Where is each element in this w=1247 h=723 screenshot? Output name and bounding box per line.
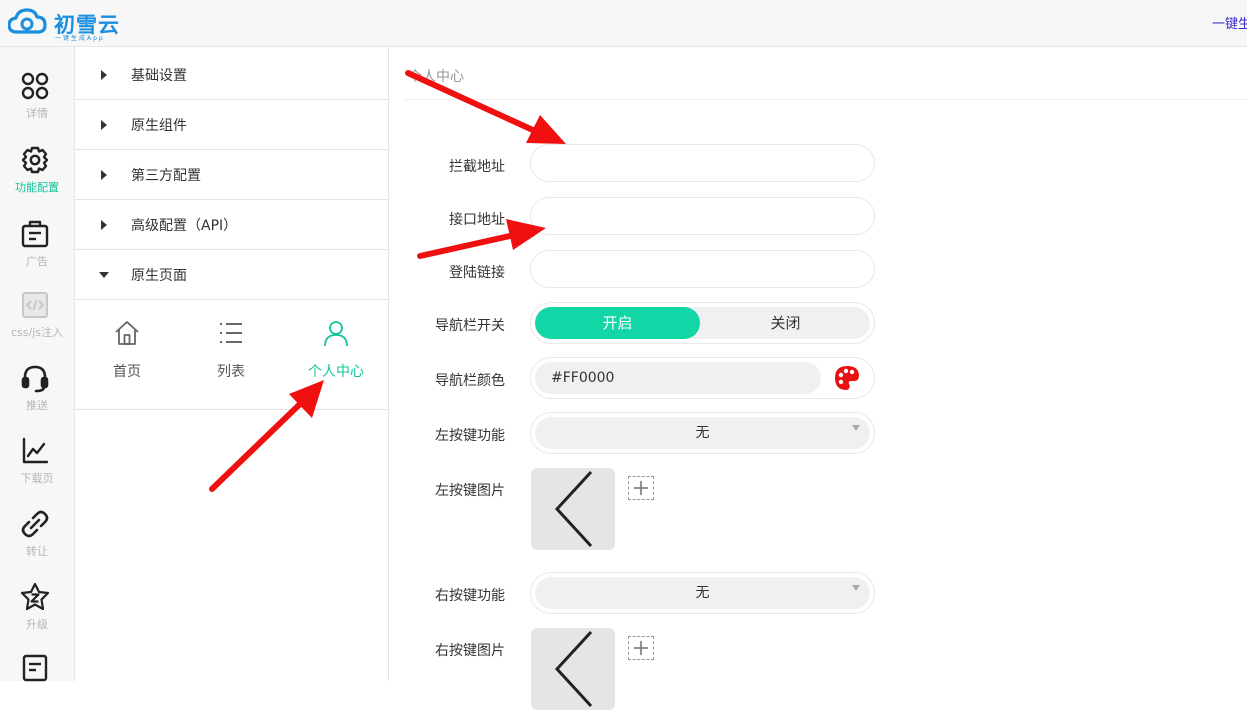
right-button-image-label: 右按键图片 xyxy=(435,643,505,659)
nav-label: 广告 xyxy=(26,255,48,268)
cloud-logo-icon xyxy=(8,8,47,34)
menu-label: 基础设置 xyxy=(131,68,187,84)
login-link-input[interactable] xyxy=(530,250,875,288)
login-link-label: 登陆链接 xyxy=(449,265,505,281)
nav-label: css/js注入 xyxy=(10,326,63,339)
user-icon xyxy=(324,321,348,347)
switch-track: 开启 关闭 xyxy=(535,307,870,339)
left-button-function-select[interactable]: 无 xyxy=(530,412,875,454)
ad-box-icon xyxy=(21,220,49,248)
home-icon xyxy=(115,321,139,345)
nav-label: 推送 xyxy=(26,399,48,412)
nav-item-ads[interactable]: 广告 xyxy=(0,219,74,289)
nav-label: 升级 xyxy=(26,618,48,631)
chart-icon xyxy=(22,437,49,464)
nav-item-upgrade[interactable]: 升级 xyxy=(0,582,74,652)
right-button-function-select[interactable]: 无 xyxy=(530,572,875,614)
nav-label: 转让 xyxy=(26,545,48,558)
caret-down-icon xyxy=(99,272,109,278)
back-arrow-icon xyxy=(554,470,593,548)
chevron-down-icon xyxy=(852,585,860,591)
palette-icon[interactable] xyxy=(833,364,861,392)
navbar-switch-label: 导航栏开关 xyxy=(435,318,505,334)
gear-icon xyxy=(21,146,49,174)
nav-label: 下载页 xyxy=(20,472,54,485)
api-url-input[interactable] xyxy=(530,197,875,235)
list-icon xyxy=(220,323,242,343)
select-value: 无 xyxy=(535,577,870,609)
api-url-label: 接口地址 xyxy=(449,212,505,228)
navbar-color-label: 导航栏颜色 xyxy=(435,373,505,389)
nav-item-details[interactable]: 详情 xyxy=(0,71,74,141)
right-button-image-add[interactable] xyxy=(628,636,654,660)
main-content: 个人中心 拦截地址 接口地址 登陆链接 导航栏开关 开启 关闭 导航栏颜色 #F… xyxy=(389,47,1247,710)
headset-icon xyxy=(21,365,49,393)
select-value: 无 xyxy=(535,417,870,449)
left-button-image-label: 左按键图片 xyxy=(435,483,505,499)
main-nav-iconbar: 详情 功能配置 广告 css/js注入 推送 下载页 转让 升级 xyxy=(0,47,75,682)
right-button-image-preview[interactable] xyxy=(531,628,615,710)
menu-item-third-party[interactable]: 第三方配置 xyxy=(75,150,388,200)
one-click-link[interactable]: 一键生 xyxy=(1212,13,1247,32)
left-button-image-preview[interactable] xyxy=(531,468,615,550)
back-arrow-icon xyxy=(554,630,593,708)
breadcrumb-divider xyxy=(404,99,1247,100)
left-button-function-label: 左按键功能 xyxy=(435,428,505,444)
document-icon xyxy=(22,654,48,682)
nav-item-transfer[interactable]: 转让 xyxy=(0,509,74,579)
navbar-color-field: #FF0000 xyxy=(530,357,875,399)
menu-label: 原生页面 xyxy=(131,268,187,284)
chevron-down-icon xyxy=(852,425,860,431)
menu-label: 第三方配置 xyxy=(131,168,201,184)
code-file-icon xyxy=(22,292,48,318)
native-pages-subnav: 首页 列表 个人中心 xyxy=(75,299,388,410)
intercept-url-label: 拦截地址 xyxy=(449,159,505,175)
subnav-list[interactable]: 列表 xyxy=(191,319,271,389)
plus-icon xyxy=(634,481,648,495)
link-icon xyxy=(21,510,49,538)
nav-item-css-js-injection[interactable]: css/js注入 xyxy=(0,290,74,360)
caret-right-icon xyxy=(101,170,107,180)
config-menu: 基础设置 原生组件 第三方配置 高级配置（API） 原生页面 首页 列表 个人中… xyxy=(75,47,389,681)
caret-right-icon xyxy=(101,70,107,80)
subnav-label: 首页 xyxy=(113,364,141,380)
star-z-icon xyxy=(20,582,50,611)
subnav-user-center[interactable]: 个人中心 xyxy=(296,319,376,389)
subnav-label: 列表 xyxy=(217,364,245,380)
nav-item-push[interactable]: 推送 xyxy=(0,363,74,433)
nav-label: 详情 xyxy=(26,107,48,120)
nav-label: 功能配置 xyxy=(15,181,59,194)
switch-on-option[interactable]: 开启 xyxy=(535,307,700,339)
left-button-image-add[interactable] xyxy=(628,476,654,500)
nav-item-more[interactable] xyxy=(0,653,74,723)
caret-right-icon xyxy=(101,120,107,130)
navbar-color-input[interactable]: #FF0000 xyxy=(535,362,821,394)
logo-tagline: 一键生成App xyxy=(55,35,105,42)
nav-item-function-config[interactable]: 功能配置 xyxy=(0,145,74,215)
menu-label: 原生组件 xyxy=(131,118,187,134)
switch-off-option[interactable]: 关闭 xyxy=(703,307,868,339)
caret-right-icon xyxy=(101,220,107,230)
menu-item-advanced-api[interactable]: 高级配置（API） xyxy=(75,200,388,250)
plus-icon xyxy=(634,641,648,655)
top-bar: 初雪云 一键生成App 一键生 xyxy=(0,0,1247,47)
subnav-label: 个人中心 xyxy=(308,364,364,380)
menu-label: 高级配置（API） xyxy=(131,218,238,234)
menu-item-basic-settings[interactable]: 基础设置 xyxy=(75,50,388,100)
subnav-home[interactable]: 首页 xyxy=(87,319,167,389)
breadcrumb: 个人中心 xyxy=(408,69,464,85)
intercept-url-input[interactable] xyxy=(530,144,875,182)
navbar-switch: 开启 关闭 xyxy=(530,302,875,344)
right-button-function-label: 右按键功能 xyxy=(435,588,505,604)
grid-icon xyxy=(21,72,49,100)
app-logo[interactable]: 初雪云 一键生成App xyxy=(8,5,128,42)
menu-item-native-pages[interactable]: 原生页面 xyxy=(75,250,388,300)
nav-item-download-page[interactable]: 下载页 xyxy=(0,436,74,506)
menu-item-native-components[interactable]: 原生组件 xyxy=(75,100,388,150)
